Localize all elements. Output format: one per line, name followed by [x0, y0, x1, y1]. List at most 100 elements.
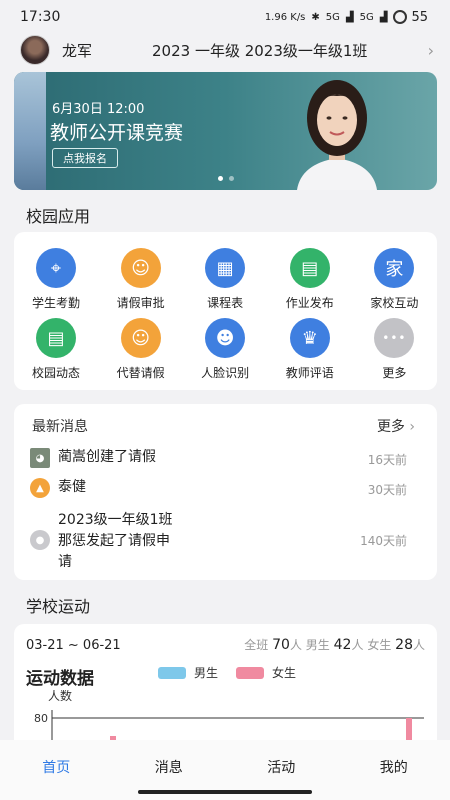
all-label: 全班 — [244, 638, 269, 652]
news-more-link[interactable]: 更多 › — [377, 416, 415, 436]
student-counts: 全班 70人 男生 42人 女生 28人 — [244, 636, 425, 653]
app-face-scan[interactable]: ☻ 人脸识别 — [183, 318, 267, 384]
news-item[interactable]: ◕ 蔺嵩创建了请假 16天前 — [30, 448, 425, 472]
app-label: 教师评语 — [285, 366, 334, 380]
app-location[interactable]: ⌖ 学生考勤 — [14, 248, 98, 314]
news-card: 最新消息 更多 › ◕ 蔺嵩创建了请假 16天前 ▲ 泰健 30天前 ● 202… — [14, 404, 437, 580]
signal-5g-1: 5G — [325, 11, 340, 23]
chevron-right-icon[interactable]: › — [428, 41, 434, 60]
app-label: 请假审批 — [116, 296, 165, 310]
male-count: 42 — [333, 637, 352, 653]
app-label: 家校互动 — [370, 296, 419, 310]
female-unit: 人 — [412, 638, 425, 652]
class-name: 2023 一年级 2023级一年级1班 — [152, 41, 368, 60]
face-scan-icon: ☻ — [205, 318, 246, 358]
bluetooth-icon: ✱ — [311, 11, 320, 23]
sports-card: 03-21 ~ 06-21 全班 70人 男生 42人 女生 28人 运动数据 … — [14, 624, 437, 754]
app-label: 更多 — [382, 366, 407, 380]
app-label: 代替请假 — [116, 366, 165, 380]
chart-ylabel: 人数 — [48, 690, 72, 703]
all-count: 70 — [272, 637, 290, 653]
signal-bars-icon-2: ▟ — [379, 11, 388, 23]
male-label: 男生 — [305, 638, 330, 652]
signup-button[interactable]: 点我报名 — [52, 148, 118, 168]
status-bar: 17:30 1.96 K/s ✱ 5G ▟ 5G ▟ 55 — [0, 0, 450, 34]
app-label: 课程表 — [207, 296, 244, 310]
app-calendar[interactable]: ▦ 课程表 — [183, 248, 267, 314]
news-item[interactable]: ▲ 泰健 30天前 — [30, 478, 425, 502]
signal-bars-icon: ▟ — [345, 11, 354, 23]
status-time: 17:30 — [20, 9, 61, 25]
sports-data-title: 运动数据 — [26, 669, 94, 689]
user-name: 龙军 — [62, 41, 93, 60]
female-label: 女生 — [367, 638, 392, 652]
network-speed: 1.96 K/s — [264, 11, 306, 23]
app-label: 人脸识别 — [201, 366, 250, 380]
news-item-time: 16天前 — [367, 453, 407, 467]
app-trophy[interactable]: ♛ 教师评语 — [268, 318, 352, 384]
battery-level: 55 — [411, 9, 428, 25]
all-unit: 人 — [289, 638, 302, 652]
app-proxy-leave[interactable]: ☺ 代替请假 — [99, 318, 183, 384]
promo-banner[interactable]: 6月30日 12:00 教师公开课竞赛 点我报名 — [14, 72, 437, 190]
news-more-label: 更多 — [376, 419, 405, 435]
news-item[interactable]: ● 2023级一年级1班 那惩发起了请假申 请 140天前 — [30, 508, 425, 574]
user-class-bar[interactable]: 龙军 2023 一年级 2023级一年级1班 › — [0, 34, 450, 66]
banner-title: 教师公开课竞赛 — [50, 122, 184, 144]
status-icons: 1.96 K/s ✱ 5G ▟ 5G ▟ 55 — [265, 10, 428, 25]
tab-3[interactable]: 我的 — [338, 740, 450, 800]
app-label: 作业发布 — [285, 296, 334, 310]
graduation-cap-icon: ▲ — [30, 478, 50, 498]
trophy-icon: ♛ — [289, 318, 330, 358]
apps-grid: ⌖ 学生考勤 ☺ 请假审批 ▦ 课程表 ▤ 作业发布 家家校互动 ▤ 校园动态 ☺ 代替请假 ☻ 人脸识别 ♛… — [14, 232, 437, 390]
user-photo-icon: ◕ — [30, 448, 50, 468]
legend-label-female: 女生 — [272, 666, 297, 680]
calendar-icon: ▦ — [205, 248, 246, 288]
news-item-line: 请 — [58, 554, 72, 570]
banner-building-image — [14, 72, 46, 190]
chart-legend: 男生 女生 — [158, 664, 296, 681]
default-user-icon: ● — [30, 530, 50, 550]
legend-swatch-female — [236, 666, 265, 679]
banner-date: 6月30日 12:00 — [52, 102, 145, 117]
book-icon: ▤ — [289, 248, 330, 288]
news-title: 最新消息 — [32, 419, 88, 435]
location-icon: ⌖ — [36, 248, 76, 288]
home-school-icon: 家 — [374, 248, 415, 288]
news-item-time: 30天前 — [367, 483, 407, 497]
home-indicator — [138, 790, 312, 794]
legend-swatch-male — [158, 666, 186, 679]
pager-dot-2[interactable] — [229, 176, 234, 181]
chart-ytick: 80 — [34, 712, 48, 725]
app-home-school[interactable]: 家家校互动 — [352, 248, 436, 314]
male-unit: 人 — [351, 638, 364, 652]
app-more[interactable]: ••• 更多 — [352, 318, 436, 384]
news-item-text: 蔺嵩创建了请假 — [58, 449, 156, 465]
pager-dot-1[interactable] — [218, 176, 223, 181]
news-item-line: 那惩发起了请假申 — [58, 533, 170, 549]
apps-section-title: 校园应用 — [26, 207, 91, 226]
battery: 55 — [393, 10, 428, 25]
female-count: 28 — [395, 637, 413, 653]
avatar[interactable] — [20, 35, 50, 65]
more-icon: ••• — [374, 318, 415, 358]
news-item-text-block: 2023级一年级1班 那惩发起了请假申 请 — [58, 510, 173, 573]
banner-pager[interactable] — [218, 176, 234, 181]
news-icon: ▤ — [36, 318, 76, 358]
leave-approval-icon: ☺ — [120, 248, 161, 288]
tab-0[interactable]: 首页 — [0, 740, 113, 800]
news-item-line: 2023级一年级1班 — [58, 512, 173, 528]
sports-section-title: 学校运动 — [26, 597, 91, 616]
battery-icon — [393, 10, 408, 24]
chevron-right-icon: › — [409, 419, 415, 435]
signal-5g-2: 5G — [359, 11, 374, 23]
proxy-leave-icon: ☺ — [120, 318, 161, 358]
news-item-text: 泰健 — [58, 479, 86, 495]
date-range[interactable]: 03-21 ~ 06-21 — [26, 638, 121, 653]
app-book[interactable]: ▤ 作业发布 — [268, 248, 352, 314]
app-label: 校园动态 — [31, 366, 80, 380]
app-news[interactable]: ▤ 校园动态 — [14, 318, 98, 384]
teacher-photo — [297, 80, 377, 190]
legend-label-male: 男生 — [194, 666, 219, 680]
app-leave-approval[interactable]: ☺ 请假审批 — [99, 248, 183, 314]
